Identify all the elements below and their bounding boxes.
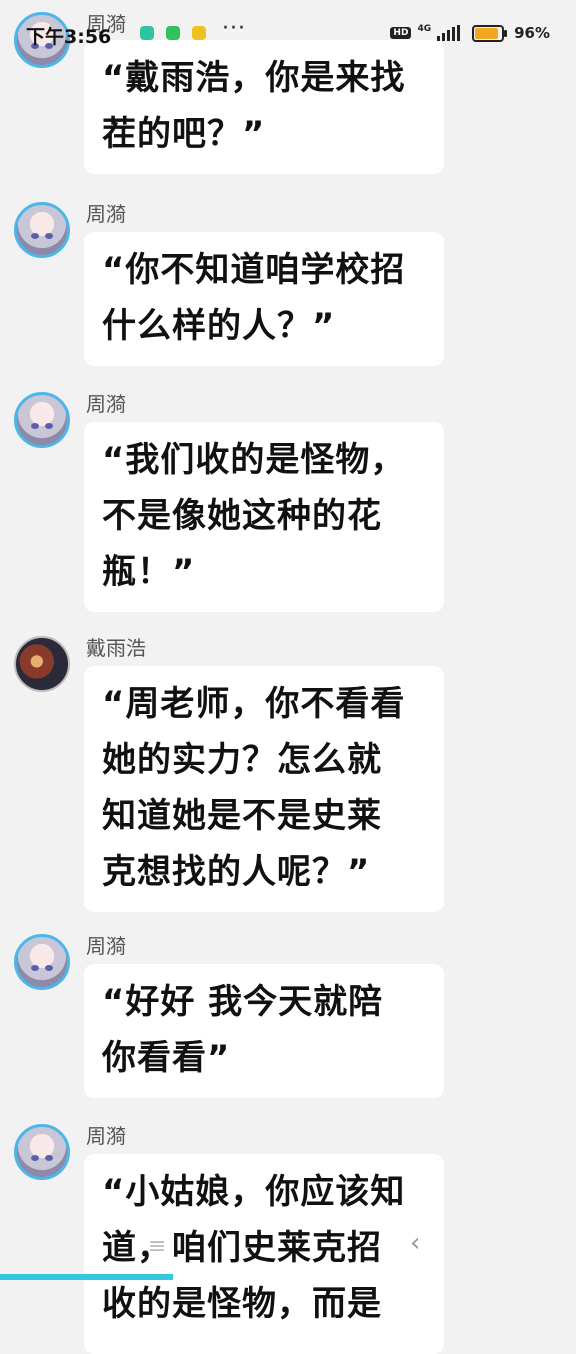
- avatar[interactable]: [14, 1124, 70, 1180]
- sender-name: 周漪: [86, 934, 126, 958]
- avatar[interactable]: [14, 636, 70, 692]
- sender-name: 周漪: [86, 202, 126, 226]
- chat-thread[interactable]: 周漪 “戴雨浩，你是来找 茬的吧？” 周漪 “你不知道咱学校招 什么样的人？” …: [0, 0, 576, 1354]
- sender-name: 周漪: [86, 392, 126, 416]
- avatar[interactable]: [14, 934, 70, 990]
- message-bubble[interactable]: “你不知道咱学校招 什么样的人？”: [84, 232, 444, 366]
- sender-name: 周漪: [86, 1124, 126, 1148]
- sender-name: 戴雨浩: [86, 636, 146, 660]
- menu-icon[interactable]: ≡: [148, 1234, 166, 1259]
- message-bubble[interactable]: “小姑娘，你应该知 道，咱们史莱克招 收的是怪物，而是: [84, 1154, 444, 1354]
- message-bubble[interactable]: “我们收的是怪物， 不是像她这种的花 瓶！”: [84, 422, 444, 612]
- message-bubble[interactable]: “好好 我今天就陪 你看看”: [84, 964, 444, 1098]
- avatar[interactable]: [14, 202, 70, 258]
- status-time: 下午3:56: [26, 26, 112, 48]
- avatar[interactable]: [14, 392, 70, 448]
- message-bubble[interactable]: “戴雨浩，你是来找 茬的吧？”: [84, 40, 444, 174]
- back-icon[interactable]: ‹: [410, 1228, 420, 1258]
- message-bubble[interactable]: “周老师，你不看看 她的实力？怎么就 知道她是不是史莱 克想找的人呢？”: [84, 666, 444, 912]
